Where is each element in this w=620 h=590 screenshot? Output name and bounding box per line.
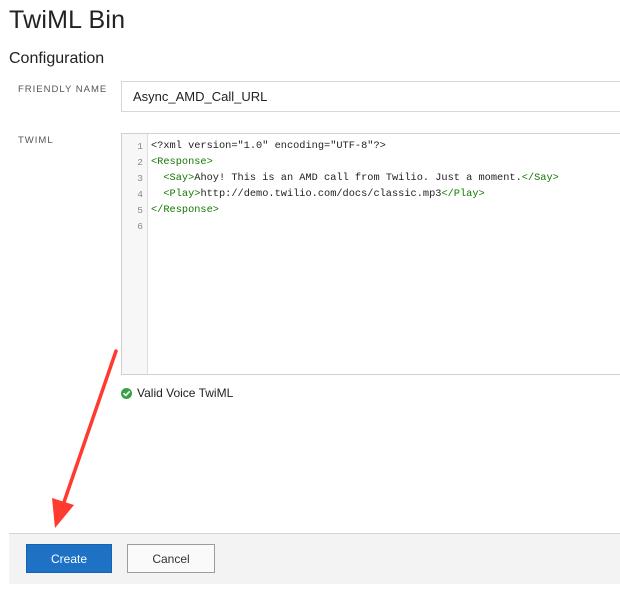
red-arrow-annotation bbox=[52, 349, 118, 528]
